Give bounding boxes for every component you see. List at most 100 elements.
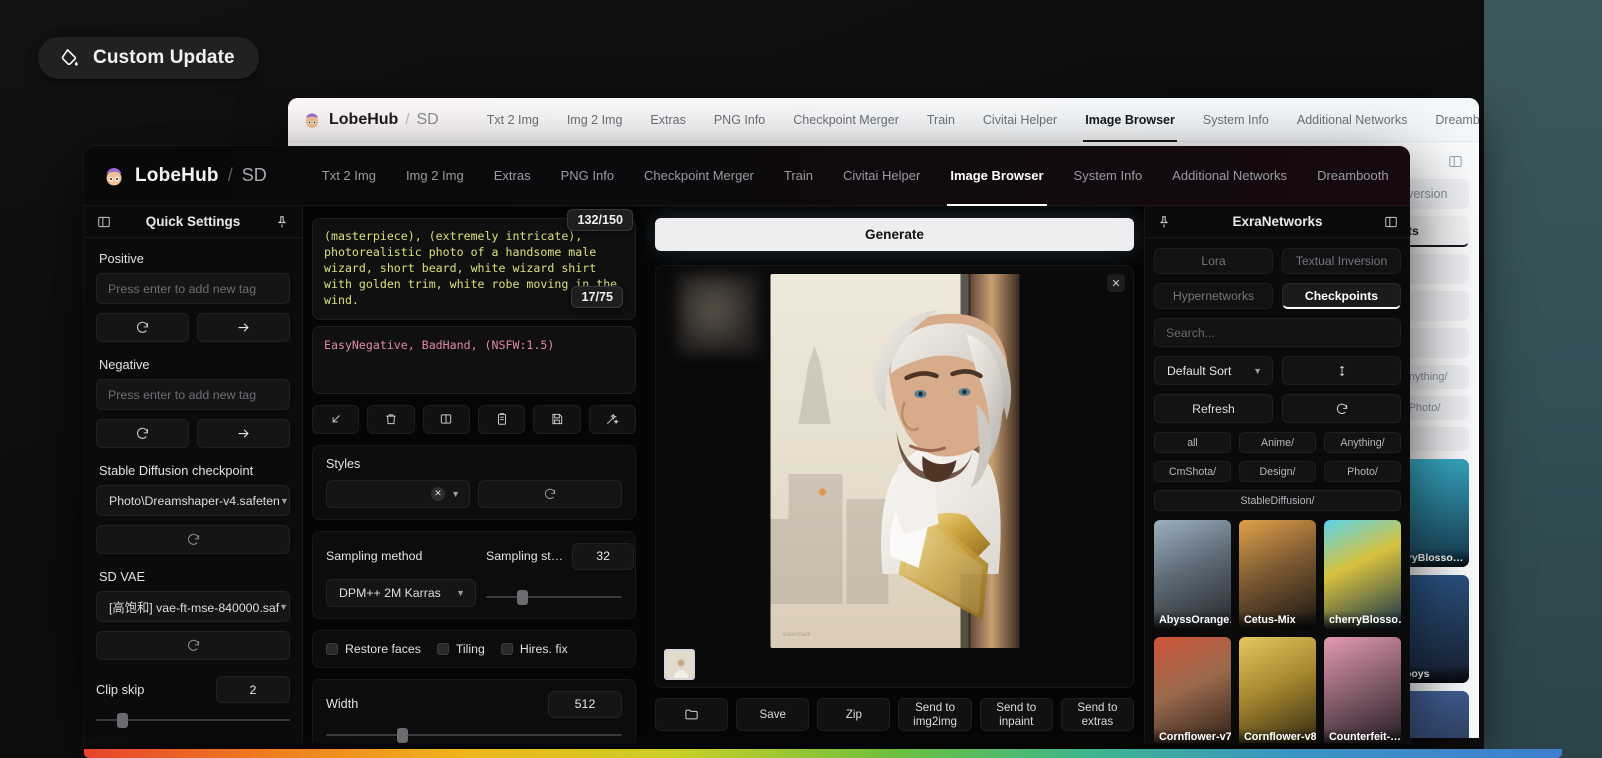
bg-tab-image-browser[interactable]: Image Browser	[1071, 98, 1189, 142]
tab-png-info[interactable]: PNG Info	[546, 146, 629, 206]
bg-tab-checkpoint-merger[interactable]: Checkpoint Merger	[779, 98, 913, 142]
negative-refresh-button[interactable]	[96, 419, 189, 448]
toggles-row[interactable]: Restore faces Tiling Hires. fix	[326, 642, 622, 656]
xn-tab-lora[interactable]: Lora	[1154, 248, 1273, 274]
checkpoint-refresh-button[interactable]	[96, 525, 290, 554]
tiling-toggle[interactable]: Tiling	[437, 642, 485, 656]
checkbox[interactable]	[501, 643, 513, 655]
xn-tab-textual-inversion[interactable]: Textual Inversion	[1282, 248, 1401, 274]
xn-sort-direction-button[interactable]	[1282, 356, 1401, 385]
background-tabs[interactable]: Txt 2 Img Img 2 Img Extras PNG Info Chec…	[473, 98, 1479, 142]
checkbox[interactable]	[326, 643, 338, 655]
xn-tab-checkpoints[interactable]: Checkpoints	[1282, 283, 1401, 309]
restore-progress-button[interactable]	[312, 405, 359, 434]
tab-system-info[interactable]: System Info	[1059, 146, 1158, 206]
tab-train[interactable]: Train	[769, 146, 828, 206]
tab-additional-networks[interactable]: Additional Networks	[1157, 146, 1302, 206]
xn-directory-filters[interactable]: all Anime/ Anything/ CmShota/ Design/ Ph…	[1154, 432, 1401, 511]
custom-update-badge[interactable]: Custom Update	[38, 37, 259, 79]
sampling-method-select[interactable]: DPM++ 2M Karras ▼	[326, 579, 476, 607]
slider-knob[interactable]	[117, 713, 128, 728]
hires-fix-toggle[interactable]: Hires. fix	[501, 642, 568, 656]
negative-prompt-box[interactable]: EasyNegative, BadHand, (NSFW:1.5)	[312, 326, 636, 394]
pin-icon[interactable]	[1157, 215, 1171, 229]
generate-button[interactable]: Generate	[655, 218, 1134, 251]
xn-refresh-row[interactable]: Refresh	[1154, 394, 1401, 423]
tab-txt2img[interactable]: Txt 2 Img	[307, 146, 391, 206]
quick-settings-panel[interactable]: Quick Settings Positive Press enter to a…	[84, 206, 303, 743]
image-gallery[interactable]: ✕	[655, 265, 1134, 688]
bg-tab-dreambooth[interactable]: Dreambooth	[1421, 98, 1479, 142]
styles-row[interactable]: ✕ ▼	[326, 480, 622, 508]
bg-tab-additional-networks[interactable]: Additional Networks	[1283, 98, 1421, 142]
open-folder-button[interactable]	[655, 698, 728, 731]
model-card[interactable]: cherryBlosso…	[1324, 520, 1401, 629]
vae-refresh-button[interactable]	[96, 631, 290, 660]
gallery-thumbnail[interactable]	[664, 649, 695, 680]
gallery-actions[interactable]: Save Zip Send to img2img Send to inpaint…	[655, 698, 1134, 743]
tab-extras[interactable]: Extras	[479, 146, 546, 206]
extranetworks-panel[interactable]: ExraNetworks Lora Textual Inversion Hype…	[1144, 206, 1410, 743]
clear-x-icon[interactable]: ✕	[431, 487, 445, 501]
xn-refresh-button[interactable]: Refresh	[1154, 394, 1273, 423]
positive-apply-button[interactable]	[197, 313, 290, 342]
checkpoint-select[interactable]: Photo\Dreamshaper-v4.safeten ▼	[96, 485, 290, 516]
zip-button[interactable]: Zip	[817, 698, 890, 731]
clear-prompt-button[interactable]	[367, 405, 414, 434]
xn-dir-design[interactable]: Design/	[1239, 461, 1316, 482]
slider-knob[interactable]	[397, 728, 408, 743]
xn-model-grid[interactable]: AbyssOrange… Cetus-Mix cherryBlosso… Cor…	[1154, 520, 1401, 743]
bg-tab-civitai-helper[interactable]: Civitai Helper	[969, 98, 1071, 142]
model-card[interactable]: Cornflower-v8	[1239, 637, 1316, 743]
model-card[interactable]: Cornflower-v7	[1154, 637, 1231, 743]
clip-skip-value[interactable]: 2	[216, 676, 290, 703]
bg-tab-img2img[interactable]: Img 2 Img	[553, 98, 637, 142]
send-to-inpaint-button[interactable]: Send to inpaint	[980, 698, 1053, 731]
nav-tabs[interactable]: Txt 2 Img Img 2 Img Extras PNG Info Chec…	[307, 146, 1410, 206]
width-value[interactable]: 512	[548, 691, 622, 718]
clip-skip-slider[interactable]	[96, 711, 290, 729]
xn-dir-anime[interactable]: Anime/	[1239, 432, 1316, 453]
bg-tab-train[interactable]: Train	[913, 98, 969, 142]
toggle-extra-networks-button[interactable]	[423, 405, 470, 434]
xn-tab-hypernetworks[interactable]: Hypernetworks	[1154, 283, 1273, 309]
save-style-button[interactable]	[533, 405, 580, 434]
styles-select[interactable]: ✕ ▼	[326, 480, 470, 508]
send-to-img2img-button[interactable]: Send to img2img	[898, 698, 971, 731]
extranetworks-tabs-row2[interactable]: Hypernetworks Checkpoints	[1154, 283, 1401, 309]
positive-refresh-button[interactable]	[96, 313, 189, 342]
prompt-toolbar[interactable]	[312, 405, 636, 434]
tab-img2img[interactable]: Img 2 Img	[391, 146, 479, 206]
width-slider[interactable]	[326, 726, 622, 743]
close-x-icon[interactable]: ✕	[1107, 274, 1125, 292]
paste-prompt-button[interactable]	[478, 405, 525, 434]
xn-dir-photo[interactable]: Photo/	[1324, 461, 1401, 482]
negative-apply-button[interactable]	[197, 419, 290, 448]
brand[interactable]: LobeHub / SD	[102, 164, 267, 188]
save-button[interactable]: Save	[736, 698, 809, 731]
bg-tab-system-info[interactable]: System Info	[1189, 98, 1283, 142]
panel-collapse-icon[interactable]	[1448, 154, 1463, 169]
negative-tag-input[interactable]: Press enter to add new tag	[96, 379, 290, 410]
model-card[interactable]: AbyssOrange…	[1154, 520, 1231, 629]
xn-dir-stablediffusion[interactable]: StableDiffusion/	[1154, 490, 1401, 511]
xn-dir-cmshota[interactable]: CmShota/	[1154, 461, 1231, 482]
styles-refresh-button[interactable]	[478, 480, 622, 508]
sampling-steps-value[interactable]: 32	[572, 543, 634, 570]
slider-knob[interactable]	[517, 590, 528, 605]
pin-icon[interactable]	[275, 215, 289, 229]
extranetworks-tabs[interactable]: Lora Textual Inversion	[1154, 248, 1401, 274]
xn-sort-row[interactable]: Default Sort ▼	[1154, 356, 1401, 385]
sampling-steps-slider[interactable]	[486, 588, 622, 606]
restore-faces-toggle[interactable]: Restore faces	[326, 642, 421, 656]
main-window[interactable]: LobeHub / SD Txt 2 Img Img 2 Img Extras …	[84, 146, 1410, 743]
model-card[interactable]: Cetus-Mix	[1239, 520, 1316, 629]
tab-image-browser[interactable]: Image Browser	[935, 146, 1058, 206]
negative-prompt-text[interactable]: EasyNegative, BadHand, (NSFW:1.5)	[324, 338, 624, 352]
positive-actions[interactable]	[96, 313, 290, 342]
generated-image[interactable]: watermark	[770, 274, 1019, 648]
positive-tag-input[interactable]: Press enter to add new tag	[96, 273, 290, 304]
xn-reload-button[interactable]	[1282, 394, 1401, 423]
tab-checkpoint-merger[interactable]: Checkpoint Merger	[629, 146, 769, 206]
tab-overflow[interactable]: ⋯	[1404, 146, 1410, 206]
